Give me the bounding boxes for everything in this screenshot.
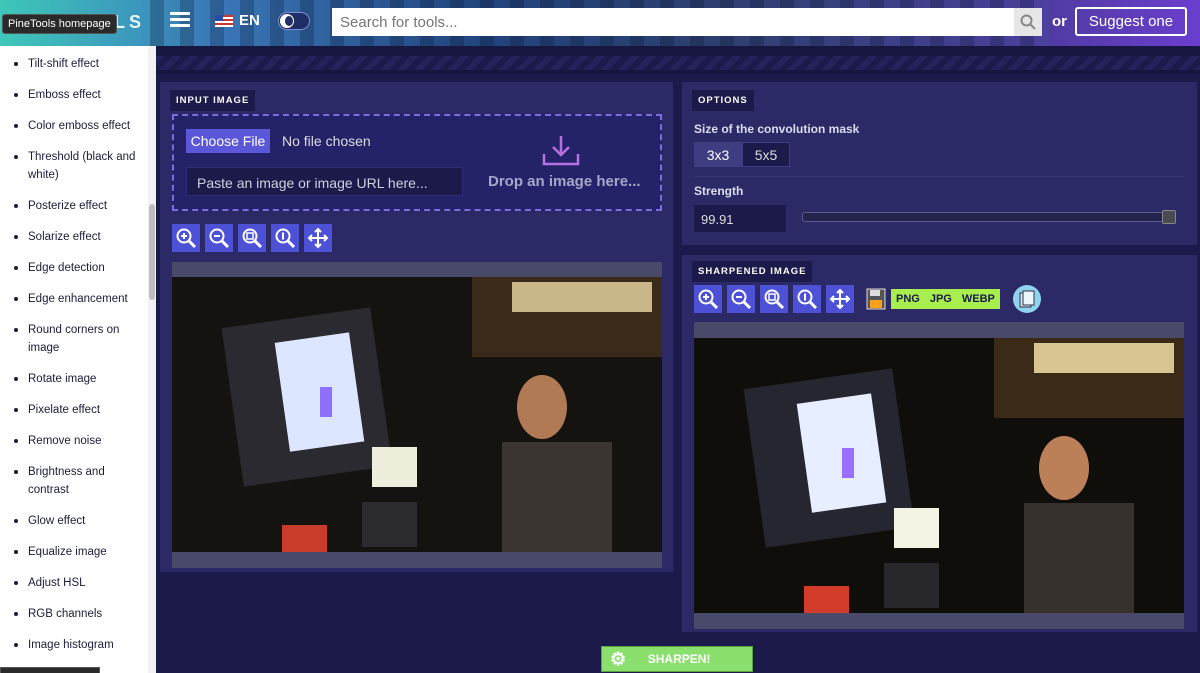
move-icon[interactable] (304, 224, 332, 252)
output-panel-label: SHARPENED IMAGE (692, 261, 813, 282)
sidebar-item[interactable]: Emboss effect (0, 86, 156, 104)
gear-icon: ⚙ (610, 648, 627, 669)
sidebar-item[interactable]: Rotate image (0, 370, 156, 388)
sidebar-item[interactable]: Remove noise (0, 432, 156, 450)
sharpen-label: SHARPEN! (647, 652, 711, 666)
sharpened-image (694, 322, 1184, 629)
input-toolbar (172, 224, 332, 252)
language-label: EN (239, 12, 260, 29)
choose-file-button[interactable]: Choose File (186, 129, 270, 153)
drop-text: Drop an image here... (488, 173, 641, 190)
image-top-bar (172, 262, 662, 277)
mask-size-selector: 3x3 5x5 (694, 142, 790, 167)
menu-icon[interactable] (170, 12, 190, 30)
sharpen-button[interactable]: ⚙ SHARPEN! (601, 646, 753, 672)
floppy-disk-icon[interactable] (866, 288, 886, 310)
mask-option-3x3[interactable]: 3x3 (694, 142, 742, 167)
webp-button[interactable]: WEBP (957, 289, 1000, 309)
sidebar-scrollbar[interactable] (148, 46, 156, 673)
sidebar-item[interactable]: Posterize effect (0, 197, 156, 215)
search-box (332, 8, 1042, 36)
format-buttons: PNG JPG WEBP (891, 289, 1000, 309)
options-divider (694, 176, 1184, 177)
sidebar-item[interactable]: Color emboss effect (0, 117, 156, 135)
mask-size-title: Size of the convolution mask (694, 122, 860, 136)
stripe-decor (156, 56, 1200, 70)
sidebar: Tilt-shift effect Emboss effect Color embo… (0, 46, 156, 673)
language-selector[interactable]: EN (215, 12, 260, 29)
options-panel-label: OPTIONS (692, 90, 754, 111)
image-top-bar (694, 322, 1184, 338)
input-image (172, 262, 662, 568)
sidebar-item[interactable]: Adjust HSL (0, 574, 156, 592)
search-icon[interactable] (1014, 8, 1042, 36)
zoom-reset-icon[interactable] (793, 285, 821, 313)
sidebar-item[interactable]: Pixelate effect (0, 401, 156, 419)
or-label: or (1052, 13, 1067, 30)
scrollbar-thumb[interactable] (149, 204, 155, 300)
sidebar-item[interactable]: RGB channels (0, 605, 156, 623)
moon-icon (280, 14, 294, 28)
slider-thumb[interactable] (1162, 210, 1176, 224)
download-icon (542, 134, 580, 171)
png-button[interactable]: PNG (891, 289, 925, 309)
image-bottom-bar (172, 552, 662, 568)
sidebar-item[interactable]: Solarize effect (0, 228, 156, 246)
suggest-button[interactable]: Suggest one (1075, 7, 1187, 36)
zoom-reset-icon[interactable] (271, 224, 299, 252)
zoom-fit-icon[interactable] (760, 285, 788, 313)
strength-input[interactable]: 99.91 (694, 205, 786, 232)
strength-slider[interactable] (802, 210, 1176, 224)
zoom-out-icon[interactable] (205, 224, 233, 252)
sidebar-list: Tilt-shift effect Emboss effect Color embo… (0, 46, 156, 654)
status-url-bar (0, 667, 100, 673)
sidebar-item[interactable]: Equalize image (0, 543, 156, 561)
logo-tooltip: PineTools homepage (2, 14, 117, 34)
zoom-fit-icon[interactable] (238, 224, 266, 252)
us-flag-icon (215, 14, 233, 27)
paste-url-input[interactable]: Paste an image or image URL here... (186, 167, 463, 196)
sidebar-item[interactable]: Image histogram (0, 636, 156, 654)
sidebar-item[interactable]: Brightness and contrast (0, 463, 156, 499)
sidebar-item[interactable]: Threshold (black and white) (0, 148, 156, 184)
no-file-label: No file chosen (282, 133, 371, 149)
input-panel-label: INPUT IMAGE (170, 90, 256, 111)
header-bar: OLS PineTools homepage EN or Suggest one (0, 0, 1200, 46)
dark-mode-toggle[interactable] (278, 12, 310, 30)
mask-option-5x5[interactable]: 5x5 (742, 142, 790, 167)
zoom-in-icon[interactable] (172, 224, 200, 252)
copy-clipboard-icon[interactable] (1013, 285, 1041, 313)
sidebar-item[interactable]: Tilt-shift effect (0, 55, 156, 73)
move-icon[interactable] (826, 285, 854, 313)
sidebar-item[interactable]: Edge detection (0, 259, 156, 277)
image-bottom-bar (694, 613, 1184, 629)
zoom-out-icon[interactable] (727, 285, 755, 313)
sidebar-item[interactable]: Edge enhancement (0, 290, 156, 308)
sidebar-item[interactable]: Glow effect (0, 512, 156, 530)
breadcrumb-band (156, 46, 1200, 74)
search-input[interactable] (332, 8, 1014, 36)
strength-title: Strength (694, 184, 744, 198)
sidebar-item[interactable]: Round corners on image (0, 321, 156, 357)
zoom-in-icon[interactable] (694, 285, 722, 313)
output-toolbar (694, 285, 854, 313)
jpg-button[interactable]: JPG (925, 289, 957, 309)
